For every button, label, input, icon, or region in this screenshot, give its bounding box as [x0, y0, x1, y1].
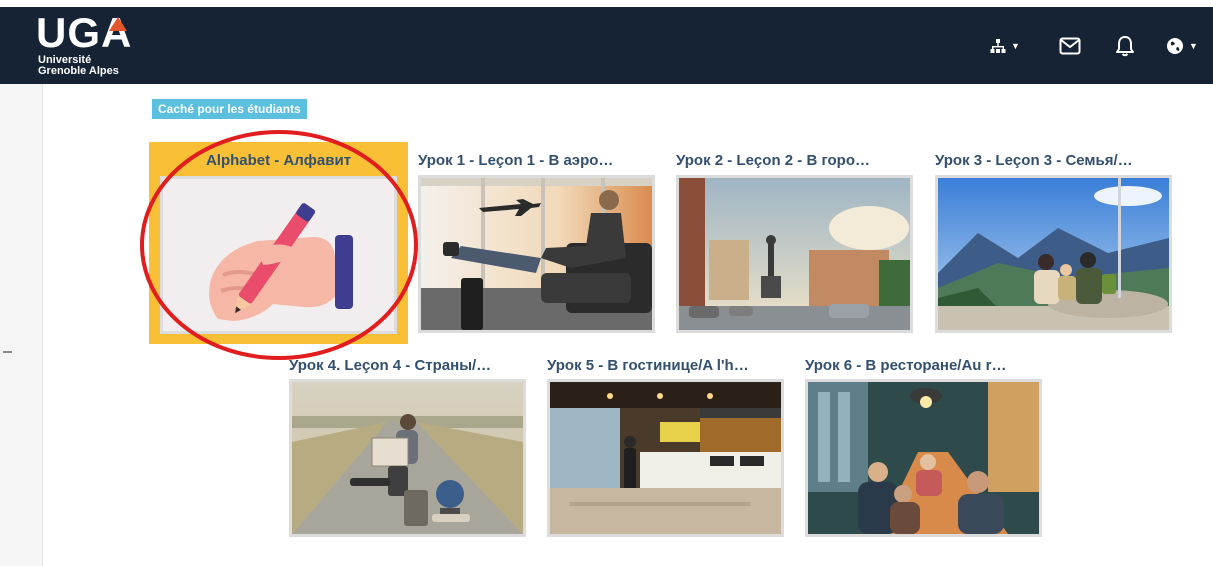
logo-triangle-icon — [109, 17, 127, 31]
tile-image[interactable] — [418, 175, 655, 333]
tile-title[interactable]: Урок 1 - Leçon 1 - В аэро… — [418, 151, 656, 171]
airport-lounge-icon — [421, 178, 652, 330]
left-drawer-strip — [0, 84, 43, 566]
tile-image[interactable] — [547, 379, 784, 537]
globe-icon — [1167, 38, 1183, 54]
tile-image[interactable] — [935, 175, 1172, 333]
chevron-down-icon: ▼ — [1011, 41, 1020, 51]
messages-button[interactable] — [1059, 33, 1081, 59]
city-square-icon — [679, 178, 910, 330]
tile-title[interactable]: Урок 6 - В ресторане/Au r… — [805, 356, 1043, 376]
tile-image[interactable] — [805, 379, 1042, 537]
mail-icon — [1059, 37, 1081, 55]
tile-title[interactable]: Урок 5 - В гостинице/A l'h… — [547, 356, 785, 376]
sitemap-icon — [990, 39, 1006, 53]
chevron-down-icon: ▼ — [1189, 41, 1198, 51]
mountain-family-icon — [938, 178, 1169, 330]
restaurant-icon — [808, 382, 1039, 534]
uga-logo[interactable]: UGA Université Grenoble Alpes — [36, 9, 156, 81]
notifications-button[interactable] — [1115, 33, 1135, 59]
tile-title[interactable]: Урок 3 - Leçon 3 - Семья/… — [935, 151, 1173, 171]
top-navbar: UGA Université Grenoble Alpes ▼ ▼ — [0, 7, 1213, 84]
tile-title[interactable]: Урок 2 - Leçon 2 - В горо… — [676, 151, 914, 171]
logo-subtitle: Université Grenoble Alpes — [38, 55, 119, 77]
road-traveler-icon — [292, 382, 523, 534]
hidden-from-students-badge: Caché pour les étudiants — [152, 99, 307, 119]
section-tile-lesson-5[interactable]: Урок 5 - В гостинице/A l'h… — [547, 354, 785, 539]
language-menu[interactable]: ▼ — [1166, 33, 1198, 59]
section-tile-lesson-1[interactable]: Урок 1 - Leçon 1 - В аэро… — [418, 149, 656, 334]
tile-image[interactable] — [289, 379, 526, 537]
bell-icon — [1116, 36, 1134, 57]
section-tile-lesson-6[interactable]: Урок 6 - В ресторане/Au r… — [805, 354, 1043, 539]
sitemap-menu[interactable]: ▼ — [990, 33, 1020, 59]
drawer-handle[interactable] — [3, 351, 12, 353]
section-tile-lesson-4[interactable]: Урок 4. Leçon 4 - Страны/… — [289, 354, 527, 539]
logo-line-2: Grenoble Alpes — [38, 65, 119, 77]
hotel-lobby-icon — [550, 382, 781, 534]
section-tile-lesson-2[interactable]: Урок 2 - Leçon 2 - В горо… — [676, 149, 914, 334]
red-annotation-ellipse — [140, 130, 418, 360]
tile-image[interactable] — [676, 175, 913, 333]
section-tile-lesson-3[interactable]: Урок 3 - Leçon 3 - Семья/… — [935, 149, 1173, 334]
